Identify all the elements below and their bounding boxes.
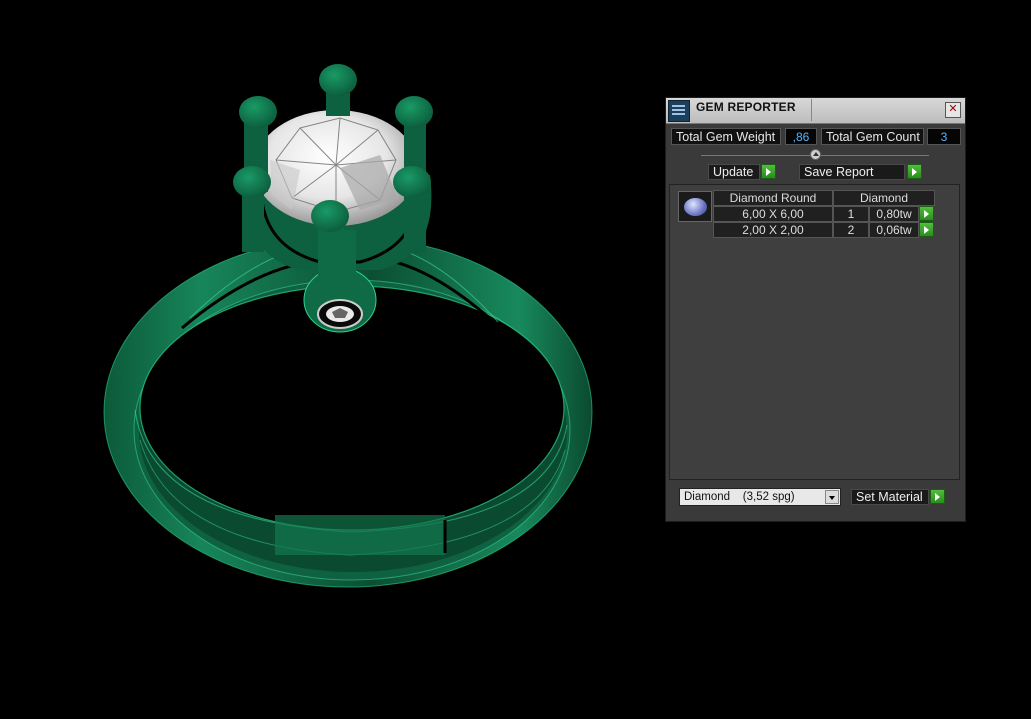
- total-gem-weight-value: ,86: [785, 128, 817, 145]
- update-button[interactable]: Update: [708, 164, 760, 180]
- panel-title: GEM REPORTER: [696, 100, 796, 114]
- chevron-down-icon[interactable]: [825, 490, 839, 504]
- total-gem-weight-label: Total Gem Weight: [671, 128, 781, 145]
- row2-go-icon[interactable]: [919, 222, 934, 237]
- row1-weight: 0,80tw: [869, 206, 919, 222]
- gem-reporter-panel: GEM REPORTER ✕ Total Gem Weight ,86 Tota…: [665, 97, 966, 522]
- row1-go-icon[interactable]: [919, 206, 934, 221]
- col-header-shape: Diamond Round: [713, 190, 833, 206]
- close-icon[interactable]: ✕: [945, 102, 961, 118]
- row2-count: 2: [833, 222, 869, 238]
- row2-size: 2,00 X 2,00: [713, 222, 833, 238]
- col-header-material: Diamond: [833, 190, 935, 206]
- update-go-icon[interactable]: [761, 164, 776, 179]
- material-select[interactable]: Diamond (3,52 spg): [679, 488, 841, 506]
- round-gem-icon[interactable]: [678, 191, 712, 222]
- material-select-value: Diamond (3,52 spg): [684, 491, 795, 503]
- set-material-button[interactable]: Set Material: [851, 489, 929, 505]
- gem-reporter-icon: [668, 100, 690, 122]
- row2-weight: 0,06tw: [869, 222, 919, 238]
- row1-count: 1: [833, 206, 869, 222]
- row1-size: 6,00 X 6,00: [713, 206, 833, 222]
- titlebar-divider: [811, 99, 812, 121]
- save-report-button[interactable]: Save Report: [799, 164, 905, 180]
- ring-model: [103, 64, 593, 588]
- total-gem-count-label: Total Gem Count: [821, 128, 924, 145]
- panel-titlebar[interactable]: GEM REPORTER ✕: [666, 98, 965, 124]
- slider-knob-icon[interactable]: [810, 149, 821, 160]
- save-report-go-icon[interactable]: [907, 164, 922, 179]
- set-material-go-icon[interactable]: [930, 489, 945, 504]
- gem-list: Diamond Round Diamond 6,00 X 6,00 1 0,80…: [669, 184, 960, 480]
- total-gem-count-value: 3: [927, 128, 961, 145]
